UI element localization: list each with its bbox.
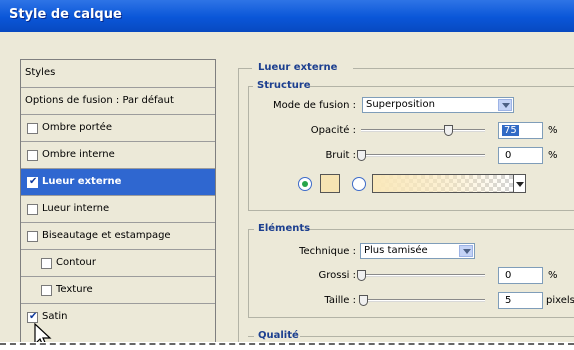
opacity-field[interactable]: 75: [498, 122, 543, 139]
glow-color-swatch[interactable]: [320, 174, 340, 193]
opacity-slider[interactable]: [361, 129, 485, 132]
group-border: [306, 229, 574, 230]
blend-mode-dropdown[interactable]: Superposition: [362, 97, 514, 113]
spread-value: 0: [505, 270, 512, 281]
inner-glow-checkbox[interactable]: [27, 204, 38, 215]
size-unit: pixels: [546, 295, 574, 306]
size-value: 5: [505, 295, 512, 306]
spread-slider[interactable]: [361, 274, 485, 277]
spread-slider-thumb[interactable]: [357, 270, 366, 281]
chevron-down-icon[interactable]: [459, 245, 473, 257]
elements-title: Eléments: [258, 223, 311, 234]
styles-list: Styles Options de fusion : Par défaut Om…: [20, 59, 216, 342]
list-item-label: Lueur interne: [42, 203, 110, 214]
list-item-label: Contour: [56, 257, 96, 268]
list-item-label: Lueur externe: [42, 176, 122, 187]
gradient-radio[interactable]: [352, 177, 366, 191]
inner-shadow-checkbox[interactable]: [27, 150, 38, 161]
bevel-emboss-checkbox[interactable]: [27, 231, 38, 242]
group-border: [308, 86, 574, 87]
quality-title: Qualité: [258, 330, 299, 341]
blend-mode-label: Mode de fusion :: [273, 100, 356, 111]
list-item-bevel-emboss[interactable]: Biseautage et estampage: [21, 223, 215, 250]
opacity-value: 75: [502, 125, 519, 136]
styles-header-label: Styles: [25, 67, 56, 78]
satin-checkbox[interactable]: [27, 311, 38, 323]
list-item-label: Biseautage et estampage: [42, 230, 171, 241]
noise-label: Bruit :: [325, 150, 356, 161]
outer-glow-checkbox[interactable]: [27, 176, 38, 188]
list-item-label: Satin: [42, 311, 68, 322]
title-bar[interactable]: Style de calque: [0, 0, 574, 32]
texture-checkbox[interactable]: [41, 285, 52, 296]
outer-glow-title: Lueur externe: [258, 62, 338, 73]
noise-unit: %: [548, 150, 558, 161]
opacity-slider-thumb[interactable]: [444, 125, 453, 136]
size-field[interactable]: 5: [498, 292, 543, 309]
structure-title: Structure: [257, 80, 311, 91]
contour-checkbox[interactable]: [41, 258, 52, 269]
opacity-label: Opacité :: [310, 125, 356, 136]
layer-style-dialog: Style de calque Styles Options de fusion…: [0, 0, 574, 342]
list-item-blending-options[interactable]: Options de fusion : Par défaut: [21, 88, 215, 115]
group-border: [248, 317, 574, 318]
spread-unit: %: [548, 270, 558, 281]
group-border: [248, 229, 249, 317]
chevron-down-icon[interactable]: [498, 99, 512, 111]
color-radio[interactable]: [298, 177, 312, 191]
noise-field[interactable]: 0: [498, 147, 543, 164]
cut-edge-divider: [0, 343, 574, 345]
group-border: [248, 210, 574, 211]
styles-header[interactable]: Styles: [21, 60, 215, 88]
glow-gradient-picker[interactable]: [372, 174, 514, 193]
size-slider-thumb[interactable]: [359, 295, 369, 306]
list-item-texture[interactable]: Texture: [21, 277, 215, 304]
technique-label: Technique :: [299, 246, 356, 257]
list-item-label: Options de fusion : Par défaut: [25, 95, 174, 106]
spread-label: Grossi :: [318, 270, 356, 281]
list-item-label: Ombre portée: [42, 122, 112, 133]
dialog-title: Style de calque: [9, 7, 122, 22]
list-item-contour[interactable]: Contour: [21, 250, 215, 277]
spread-field[interactable]: 0: [498, 267, 543, 284]
list-item-inner-shadow[interactable]: Ombre interne: [21, 142, 215, 169]
list-item-drop-shadow[interactable]: Ombre portée: [21, 115, 215, 142]
group-border: [238, 68, 239, 342]
technique-dropdown[interactable]: Plus tamisée: [360, 243, 475, 259]
list-item-inner-glow[interactable]: Lueur interne: [21, 196, 215, 223]
noise-slider-thumb[interactable]: [357, 150, 366, 161]
list-item-outer-glow[interactable]: Lueur externe: [21, 169, 215, 196]
noise-value: 0: [505, 150, 512, 161]
list-item-label: Texture: [56, 284, 93, 295]
noise-slider[interactable]: [361, 154, 485, 157]
gradient-dropdown-arrow-icon[interactable]: [513, 174, 526, 193]
opacity-unit: %: [548, 125, 558, 136]
drop-shadow-checkbox[interactable]: [27, 123, 38, 134]
group-border: [238, 68, 252, 69]
group-border: [248, 336, 254, 337]
mouse-pointer-icon: [34, 323, 52, 342]
group-border: [300, 336, 574, 337]
group-border: [353, 68, 574, 69]
list-item-label: Ombre interne: [42, 149, 115, 160]
blend-mode-value: Superposition: [366, 99, 435, 110]
technique-value: Plus tamisée: [364, 245, 428, 256]
size-label: Taille :: [324, 295, 356, 306]
group-border: [248, 86, 249, 210]
size-slider[interactable]: [361, 299, 485, 302]
